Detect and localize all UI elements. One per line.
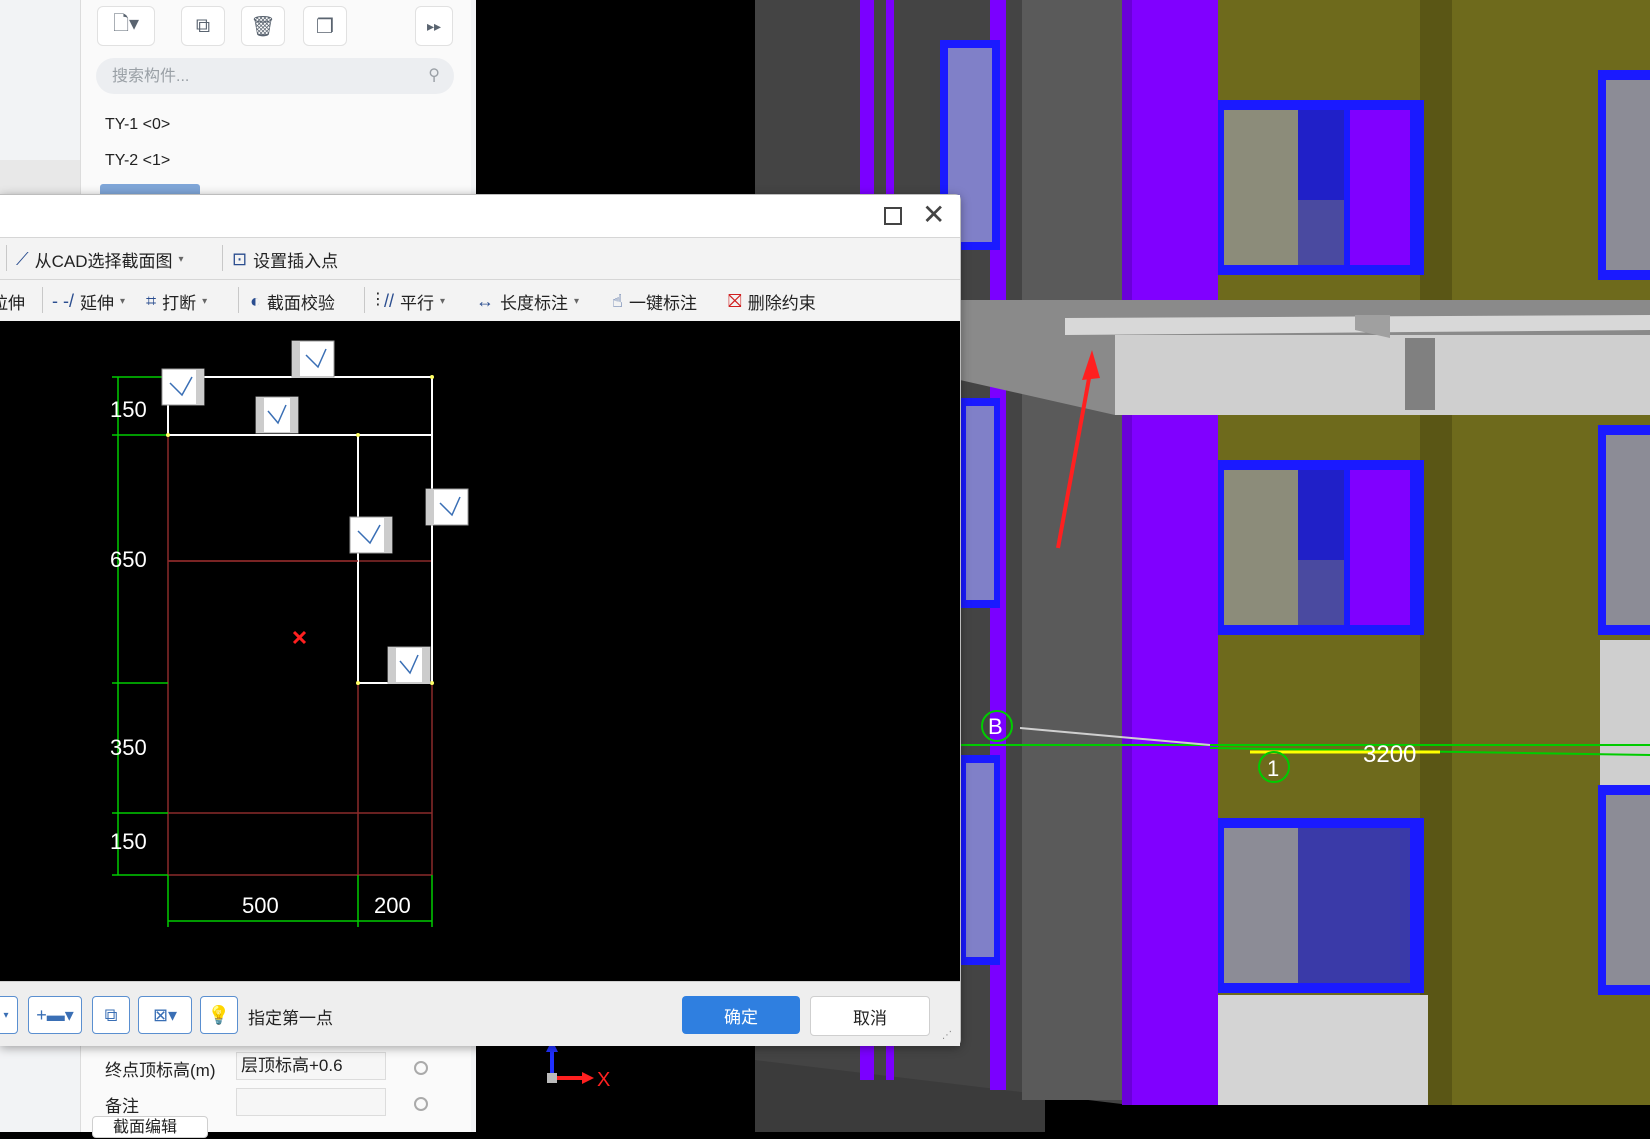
section-check-icon: ◐ <box>250 291 261 311</box>
delete-button[interactable]: 🗑 <box>241 6 285 46</box>
cad-select-label: 从CAD选择截面图 <box>34 252 173 271</box>
new-component-button[interactable]: 🗋▾ <box>97 6 155 46</box>
dimension-label: 150 <box>110 397 147 422</box>
break-button[interactable]: ⌗ 打断 ▾ <box>146 289 207 314</box>
chevron-down-icon: ▾ <box>202 296 208 307</box>
property-radio-icon[interactable] <box>414 1097 428 1111</box>
stretch-label: 拉伸 <box>0 294 25 313</box>
property-label: 备注 <box>105 1097 139 1116</box>
dialog-toolbar-2: 拉伸 - -/ 延伸 ▾ ⌗ 打断 ▾ ◐ 截面校验 ⋮ // 平行 ▾ ↔ 长… <box>0 279 960 322</box>
length-dimension-label: 长度标注 <box>500 294 568 313</box>
dimension-label: 350 <box>110 735 147 760</box>
insertion-point-marker <box>292 630 307 645</box>
list-item[interactable]: TY-2 <1> <box>105 152 170 170</box>
cancel-button[interactable]: 取消 <box>810 996 930 1036</box>
duplicate-icon: ❐ <box>316 15 334 38</box>
property-value-field[interactable] <box>236 1088 386 1116</box>
hand-pointer-icon: ☝ <box>612 291 623 311</box>
ok-button[interactable]: 确定 <box>682 996 800 1034</box>
dimension-label: 200 <box>374 893 411 918</box>
section-edit-dialog: ✕ ⟋ 从CAD选择截面图 ▾ ⊡ 设置插入点 拉伸 - -/ 延伸 ▾ ⌗ 打… <box>0 194 961 1046</box>
section-edit-button[interactable]: 截面编辑 <box>92 1116 208 1138</box>
chevron-down-icon: ▾ <box>3 1009 9 1021</box>
chevron-down-icon: ▾ <box>574 296 580 307</box>
dialog-toolbar-1: ⟋ 从CAD选择截面图 ▾ ⊡ 设置插入点 <box>0 237 960 280</box>
extend-icon: - -/ <box>52 291 74 311</box>
insert-point-icon: ⊡ <box>232 249 248 269</box>
line-tool-icon: +▬▾ <box>36 1004 74 1025</box>
parallel-label: 平行 <box>400 294 435 313</box>
axis-x-label: X <box>597 1069 610 1091</box>
dialog-title-bar: ✕ <box>0 195 960 238</box>
more-icon: ▸▸ <box>426 17 442 34</box>
constraint-toggle-button[interactable]: ⊠▾ <box>138 996 192 1034</box>
parallel-icon: // <box>384 291 395 311</box>
chevron-down-icon: ▾ <box>120 296 126 307</box>
toolbar-separator <box>364 287 365 313</box>
length-dimension-button[interactable]: ↔ 长度标注 ▾ <box>476 289 579 314</box>
dimension-label: 650 <box>110 547 147 572</box>
dimension-3200: 3200 <box>1363 741 1416 768</box>
section-drawing: 150 650 350 150 500 200 <box>110 340 469 927</box>
delete-constraint-button[interactable]: ⛝ 删除约束 <box>728 289 816 314</box>
toolbar-separator <box>222 245 223 271</box>
length-dimension-icon: ↔ <box>476 291 494 311</box>
maximize-icon[interactable] <box>884 207 902 225</box>
hint-toggle-button[interactable]: 💡 <box>200 996 238 1034</box>
toolbar-separator <box>6 245 7 271</box>
grid-label-b: B <box>988 714 1003 739</box>
search-box[interactable]: ⚲ <box>96 58 454 94</box>
resize-grip-icon[interactable]: ⋰ <box>942 1030 952 1041</box>
extend-button[interactable]: - -/ 延伸 ▾ <box>52 289 125 314</box>
draw-mode-button[interactable]: +▬▾ <box>28 996 82 1034</box>
property-radio-icon[interactable] <box>414 1061 428 1075</box>
delete-icon: 🗑 <box>250 15 276 38</box>
property-label: 终点顶标高(m) <box>105 1061 216 1080</box>
break-icon: ⌗ <box>146 291 157 311</box>
ortho-icon: ⧉ <box>104 1004 118 1025</box>
cad-select-section-button[interactable]: ⟋ 从CAD选择截面图 ▾ <box>16 247 184 272</box>
status-prompt: 指定第一点 <box>248 1009 333 1028</box>
delete-constraint-label: 删除约束 <box>747 294 816 313</box>
toolbar-separator <box>42 287 43 313</box>
chevron-down-icon: ▾ <box>178 254 184 265</box>
close-icon[interactable]: ✕ <box>922 198 945 231</box>
section-drawing-canvas[interactable]: 150 650 350 150 500 200 <box>0 321 960 981</box>
copy-button[interactable]: ⧉ <box>181 6 225 46</box>
cad-select-icon: ⟋ <box>16 249 29 269</box>
stretch-button[interactable]: 拉伸 <box>0 289 25 314</box>
one-key-dimension-label: 一键标注 <box>628 294 697 313</box>
grid-label-1: 1 <box>1267 756 1279 781</box>
extend-label: 延伸 <box>80 294 114 313</box>
new-component-icon: 🗋▾ <box>112 13 140 35</box>
insert-point-label: 设置插入点 <box>253 252 339 271</box>
list-item[interactable]: TY-1 <0> <box>105 116 170 134</box>
section-check-button[interactable]: ◐ 截面校验 <box>250 289 335 314</box>
snap-dropdown-button[interactable]: ▾ <box>0 996 18 1034</box>
dimension-label: 500 <box>242 893 279 918</box>
property-value-field[interactable]: 层顶标高+0.6 <box>236 1052 386 1080</box>
dimension-label: 150 <box>110 829 147 854</box>
chevron-down-icon: ▾ <box>440 296 446 307</box>
parallel-button[interactable]: // 平行 ▾ <box>384 289 445 314</box>
delete-constraint-icon: ⛝ <box>728 291 742 311</box>
selected-list-item[interactable] <box>100 184 200 194</box>
break-label: 打断 <box>162 294 197 313</box>
search-input[interactable] <box>110 64 404 90</box>
toolbar-separator <box>238 287 239 313</box>
section-check-label: 截面校验 <box>266 294 335 313</box>
lightbulb-icon: 💡 <box>207 1004 231 1025</box>
copy-icon: ⧉ <box>195 14 211 37</box>
set-insert-point-button[interactable]: ⊡ 设置插入点 <box>232 247 338 272</box>
ortho-toggle-button[interactable]: ⧉ <box>92 996 130 1034</box>
more-button[interactable]: ▸▸ <box>415 6 453 46</box>
one-key-dimension-button[interactable]: ☝ 一键标注 <box>612 289 697 314</box>
dialog-status-bar: ▾ +▬▾ ⧉ ⊠▾ 💡 指定第一点 确定 取消 ⋰ <box>0 981 960 1046</box>
search-icon[interactable]: ⚲ <box>428 65 440 85</box>
duplicate-button[interactable]: ❐ <box>303 6 347 46</box>
constraint-markers[interactable] <box>161 340 469 684</box>
constraint-icon: ⊠▾ <box>152 1004 178 1025</box>
